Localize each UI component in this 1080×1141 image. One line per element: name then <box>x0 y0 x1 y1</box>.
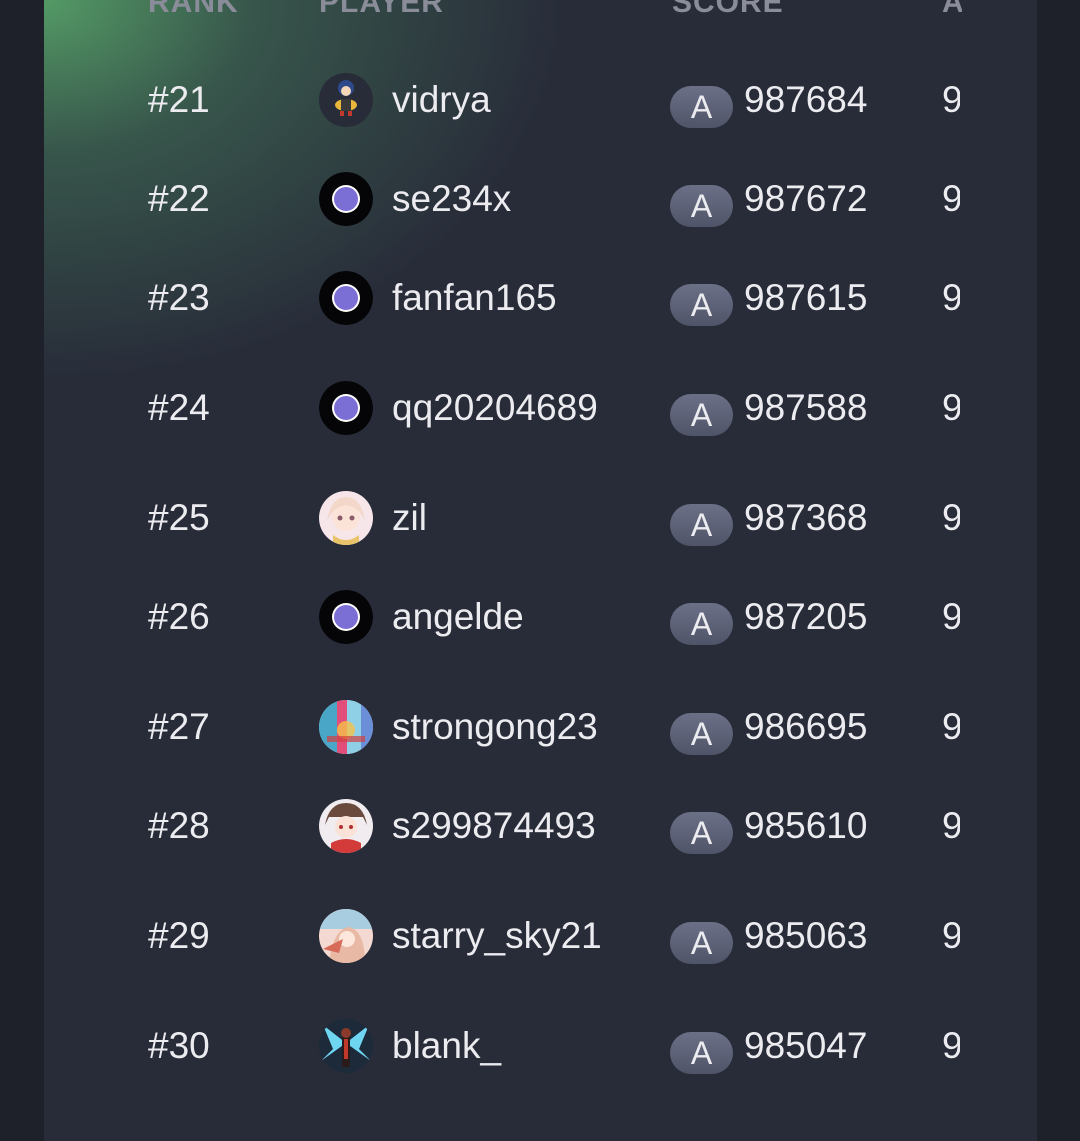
rank-value: #21 <box>148 79 210 120</box>
rank-value: #27 <box>148 706 210 747</box>
rank-value: #26 <box>148 596 210 637</box>
rank-value: #29 <box>148 915 210 956</box>
score-value: 987672 <box>744 178 868 219</box>
grade-badge: A <box>670 713 733 755</box>
player-name[interactable]: angelde <box>392 587 620 647</box>
player-name[interactable]: se234x <box>392 169 620 229</box>
header-accuracy[interactable]: A <box>942 0 962 20</box>
player-name[interactable]: qq20204689 <box>392 378 620 438</box>
accuracy-value: 9 <box>942 178 960 219</box>
grade-badge: A <box>670 504 733 546</box>
player-avatar[interactable] <box>319 909 373 963</box>
accuracy-value: 9 <box>942 915 960 956</box>
table-header: RANK PLAYER SCORE A <box>44 0 1037 26</box>
score-value: 987588 <box>744 387 868 428</box>
accuracy-value: 9 <box>942 805 960 846</box>
rank-value: #24 <box>148 387 210 428</box>
table-row[interactable]: #29 starry_sky21 A 985063 9 <box>44 906 1037 966</box>
accuracy-value: 9 <box>942 79 960 120</box>
player-avatar[interactable] <box>319 491 373 545</box>
table-row[interactable]: #24 qq20204689 A 987588 9 <box>44 378 1037 438</box>
accuracy-value: 9 <box>942 596 960 637</box>
accuracy-value: 9 <box>942 277 960 318</box>
table-row[interactable]: #28 s299874493 A 985610 9 <box>44 796 1037 856</box>
player-avatar[interactable] <box>319 590 373 644</box>
score-value: 987368 <box>744 497 868 538</box>
accuracy-value: 9 <box>942 497 960 538</box>
grade-badge: A <box>670 603 733 645</box>
score-value: 987205 <box>744 596 868 637</box>
leaderboard-panel: RANK PLAYER SCORE A #21 vidrya A 987684 <box>44 0 1037 1141</box>
score-value: 986695 <box>744 706 868 747</box>
table-row[interactable]: #21 vidrya A 987684 9 <box>44 70 1037 130</box>
score-value: 987615 <box>744 277 868 318</box>
score-value: 985610 <box>744 805 868 846</box>
table-row[interactable]: #25 zil A 987368 9 <box>44 488 1037 548</box>
grade-badge: A <box>670 86 733 128</box>
player-name[interactable]: s299874493 <box>392 796 620 856</box>
grade-badge: A <box>670 922 733 964</box>
player-avatar[interactable] <box>319 1019 373 1073</box>
header-rank[interactable]: RANK <box>148 0 239 20</box>
grade-badge: A <box>670 1032 733 1074</box>
header-score[interactable]: SCORE <box>672 0 784 20</box>
player-avatar[interactable] <box>319 172 373 226</box>
rank-value: #25 <box>148 497 210 538</box>
grade-badge: A <box>670 812 733 854</box>
score-value: 985063 <box>744 915 868 956</box>
accuracy-value: 9 <box>942 706 960 747</box>
table-row[interactable]: #23 fanfan165 A 987615 9 <box>44 268 1037 328</box>
score-value: 987684 <box>744 79 868 120</box>
table-row[interactable]: #27 strongong23 A 986695 9 <box>44 697 1037 757</box>
player-name[interactable]: zil <box>392 488 620 548</box>
player-avatar[interactable] <box>319 799 373 853</box>
accuracy-value: 9 <box>942 387 960 428</box>
player-avatar[interactable] <box>319 271 373 325</box>
grade-badge: A <box>670 185 733 227</box>
rank-value: #23 <box>148 277 210 318</box>
player-avatar[interactable] <box>319 73 373 127</box>
score-value: 985047 <box>744 1025 868 1066</box>
table-row[interactable]: #26 angelde A 987205 9 <box>44 587 1037 647</box>
player-name[interactable]: starry_sky21 <box>392 906 620 966</box>
accuracy-value: 9 <box>942 1025 960 1066</box>
rank-value: #28 <box>148 805 210 846</box>
player-avatar[interactable] <box>319 700 373 754</box>
player-avatar[interactable] <box>319 381 373 435</box>
grade-badge: A <box>670 284 733 326</box>
table-row[interactable]: #22 se234x A 987672 9 <box>44 169 1037 229</box>
player-name[interactable]: blank_ <box>392 1016 620 1076</box>
player-name[interactable]: fanfan165 <box>392 268 620 328</box>
table-row[interactable]: #30 blank_ A 985047 9 <box>44 1016 1037 1076</box>
player-name[interactable]: strongong23 <box>392 697 620 757</box>
header-player[interactable]: PLAYER <box>319 0 444 20</box>
player-name[interactable]: vidrya <box>392 70 620 130</box>
rank-value: #22 <box>148 178 210 219</box>
grade-badge: A <box>670 394 733 436</box>
rank-value: #30 <box>148 1025 210 1066</box>
